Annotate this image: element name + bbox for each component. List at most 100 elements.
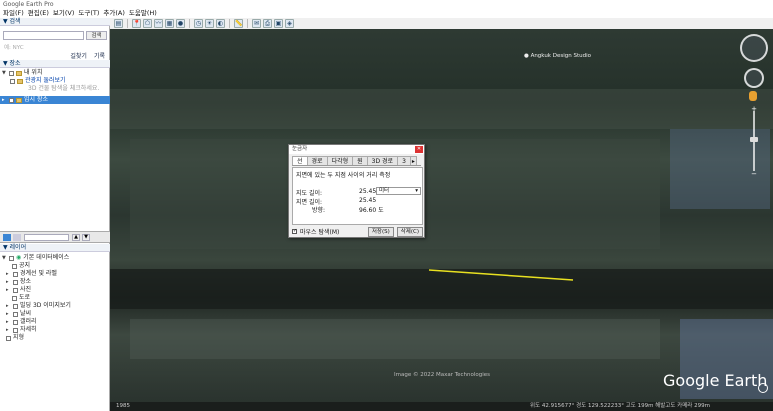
history-link[interactable]: 기록 — [94, 51, 105, 60]
checkbox[interactable] — [10, 78, 15, 84]
menu-file[interactable]: 파일(F) — [3, 9, 24, 18]
path-icon[interactable]: 〰 — [154, 19, 163, 28]
print-icon[interactable]: ⎙ — [263, 19, 272, 28]
search-links: 길찾기 기록 — [70, 51, 105, 60]
move-up-icon[interactable]: ▲ — [72, 234, 80, 241]
overview-map-icon[interactable] — [758, 383, 768, 393]
folder-icon — [17, 78, 23, 84]
layer-notices[interactable]: 공지 — [0, 262, 110, 270]
sidebar: ▼ 검색 검색 예: NYC 길찾기 기록 ▼ 장소 ▼ 내 위치 관광지 둘러보… — [0, 18, 110, 411]
measured-line — [428, 269, 574, 281]
places-item-my-places[interactable]: ▼ 내 위치 — [0, 69, 110, 77]
map-view[interactable]: ● Angkuk Design Studio + − Image © 2022 … — [110, 29, 773, 402]
directions-link[interactable]: 길찾기 — [70, 51, 87, 60]
tree-view-icon[interactable] — [13, 234, 21, 241]
clear-button[interactable]: 삭제(C) — [396, 226, 423, 237]
search-button[interactable]: 검색 — [86, 31, 107, 40]
layer-terrain[interactable]: 지형 — [0, 334, 110, 342]
folder-icon — [16, 97, 22, 103]
street-view-icon[interactable] — [749, 91, 757, 101]
save-image-icon[interactable]: ▣ — [274, 19, 283, 28]
sun-icon[interactable]: ☀ — [205, 19, 214, 28]
places-tree: ▼ 내 위치 관광지 둘러보기 3D 건물 탐색을 체크하세요. ▸ 임시 장소 — [0, 69, 110, 104]
history-icon[interactable]: ◷ — [194, 19, 203, 28]
list-view-icon[interactable] — [3, 234, 11, 241]
search-section-header[interactable]: ▼ 검색 — [0, 18, 110, 26]
heading-value: 96.60 도 — [359, 207, 384, 214]
layer-gallery[interactable]: ▸ 갤러리 — [0, 318, 110, 326]
expand-icon[interactable]: ▸ — [2, 96, 7, 104]
heading-label: 방향: — [312, 207, 326, 214]
move-down-icon[interactable]: ▼ — [82, 234, 90, 241]
unit-select[interactable]: 미터 ▾ — [376, 187, 421, 195]
mouse-nav-checkbox[interactable]: ✓ — [292, 229, 297, 234]
layer-photos[interactable]: ▸ 사진 — [0, 286, 110, 294]
google-earth-logo: Google Earth — [663, 371, 768, 390]
places-toolbar: ▲ ▼ — [0, 231, 110, 243]
map-length-label: 지도 길이: — [296, 190, 323, 197]
menu-help[interactable]: 도움말(H) — [129, 9, 157, 18]
ruler-icon[interactable]: 📏 — [234, 19, 243, 28]
tab-polygon[interactable]: 다각형 — [326, 156, 354, 165]
zoom-in-icon[interactable]: + — [749, 106, 759, 113]
timeline-year[interactable]: 1985 — [116, 402, 130, 411]
ruler-dialog-title[interactable]: 눈금자 ✕ — [289, 145, 424, 154]
ground-length-value: 25.45 — [359, 197, 377, 204]
zoom-out-icon[interactable]: − — [749, 171, 759, 178]
ruler-footer: ✓ 마우스 탐색(M) 저장(S) 삭제(C) — [292, 226, 423, 237]
tab-3d-path[interactable]: 3D 경로 — [366, 156, 399, 165]
tab-3d-polygon[interactable]: 3 — [397, 156, 411, 165]
imagery-copyright: Image © 2022 Maxar Technologies — [394, 372, 491, 378]
ruler-tabs: 선 경로 다각형 원 3D 경로 3 ▸ — [292, 156, 421, 166]
layer-primary-db[interactable]: ▼ ◉ 기본 데이터베이스 — [0, 254, 110, 262]
places-item-hint: 3D 건물 탐색을 체크하세요. — [28, 85, 100, 92]
email-icon[interactable]: ✉ — [252, 19, 261, 28]
tour-icon[interactable]: ● — [176, 19, 185, 28]
ruler-description: 지면에 있는 두 지점 사이의 거리 측정 — [296, 172, 391, 179]
layer-places[interactable]: ▸ 장소 — [0, 278, 110, 286]
overlay-icon[interactable]: ▦ — [165, 19, 174, 28]
close-icon[interactable]: ✕ — [415, 146, 423, 153]
planet-icon[interactable]: ◐ — [216, 19, 225, 28]
layer-weather[interactable]: ▸ 날씨 — [0, 310, 110, 318]
folder-icon — [16, 70, 22, 76]
tab-scroll-icon[interactable]: ▸ — [409, 156, 417, 165]
places-item-tour[interactable]: 관광지 둘러보기 — [0, 77, 110, 85]
save-button[interactable]: 저장(S) — [367, 226, 394, 237]
ruler-body: 지면에 있는 두 지점 사이의 거리 측정 지도 길이: 25.45 미터 ▾ 지… — [292, 167, 423, 225]
zoom-slider-thumb[interactable] — [750, 137, 758, 142]
menu-bar: 파일(F) 편집(E) 보기(V) 도구(T) 추가(A) 도움말(H) — [0, 9, 773, 18]
layer-more[interactable]: ▸ 자세히 — [0, 326, 110, 334]
tab-circle[interactable]: 원 — [352, 156, 368, 165]
checkbox[interactable] — [9, 70, 14, 76]
sidebar-toggle-icon[interactable]: ▤ — [114, 19, 123, 28]
places-item-temporary[interactable]: ▸ 임시 장소 — [0, 96, 110, 104]
mouse-nav-label[interactable]: 마우스 탐색(M) — [300, 227, 339, 236]
layer-3d-buildings[interactable]: ▸ 빌딩 3D 이미지보기 — [0, 302, 110, 310]
ruler-dialog: 눈금자 ✕ 선 경로 다각형 원 3D 경로 3 ▸ 지면에 있는 두 지점 사이… — [288, 144, 425, 238]
move-control[interactable] — [744, 68, 764, 88]
tab-line[interactable]: 선 — [292, 156, 308, 165]
place-label[interactable]: ● Angkuk Design Studio — [524, 53, 591, 59]
menu-view[interactable]: 보기(V) — [53, 9, 74, 18]
expand-icon[interactable]: ▼ — [2, 69, 7, 77]
maps-icon[interactable]: ◈ — [285, 19, 294, 28]
search-hint: 예: NYC — [4, 45, 24, 51]
menu-edit[interactable]: 편집(E) — [28, 9, 49, 18]
layers-section-header[interactable]: ▼ 레이어 — [0, 244, 110, 252]
look-control[interactable] — [740, 34, 768, 62]
menu-add[interactable]: 추가(A) — [103, 9, 124, 18]
layer-borders[interactable]: ▸ 경계선 및 라벨 — [0, 270, 110, 278]
places-section-header[interactable]: ▼ 장소 — [0, 60, 110, 68]
map-length-value: 25.45 — [359, 188, 377, 195]
menu-tools[interactable]: 도구(T) — [78, 9, 99, 18]
polygon-icon[interactable]: ⬠ — [143, 19, 152, 28]
placemark-icon[interactable]: 📍 — [132, 19, 141, 28]
places-filter-input[interactable] — [24, 234, 69, 241]
checkbox[interactable] — [9, 97, 14, 103]
status-coordinates: 위도 42.915677° 경도 129.522233° 고도 199m 해발고… — [530, 403, 710, 409]
tab-path[interactable]: 경로 — [306, 156, 328, 165]
globe-icon: ◉ — [16, 254, 22, 261]
layer-roads[interactable]: 도로 — [0, 294, 110, 302]
search-input[interactable] — [3, 31, 84, 40]
